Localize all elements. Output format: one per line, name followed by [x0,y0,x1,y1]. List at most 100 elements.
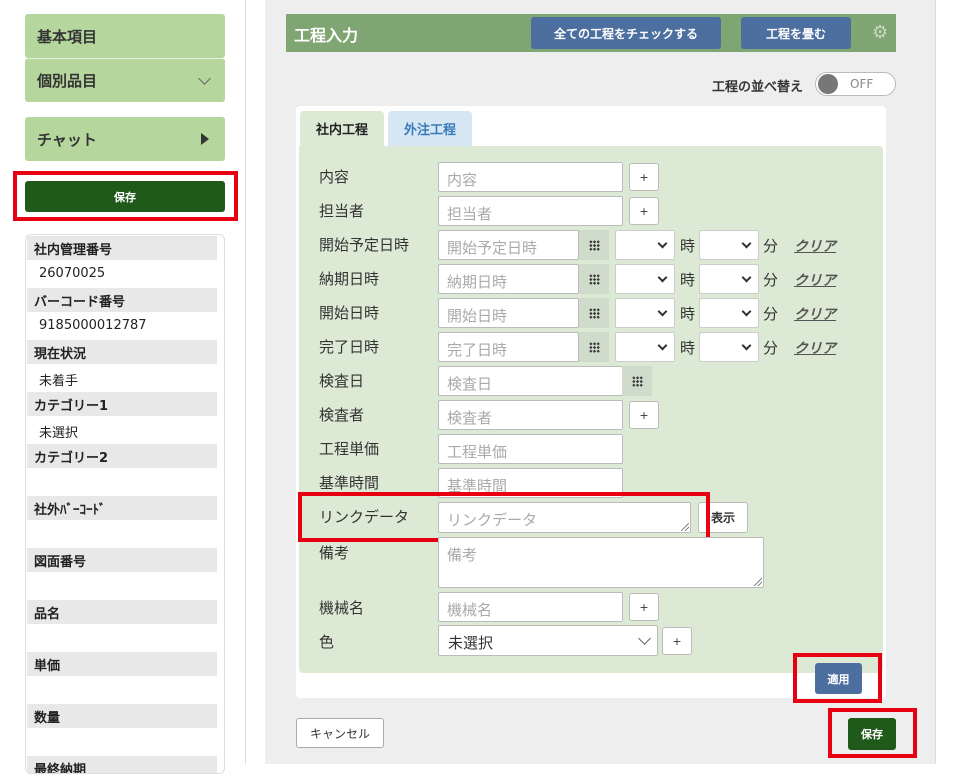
calendar-icon [631,375,643,387]
start-clear-link[interactable]: クリア [794,304,836,324]
content-add-button[interactable]: + [629,163,659,191]
chevron-down-icon [638,632,651,645]
color-label: 色 [319,633,335,651]
unit-price-label: 工程単価 [319,440,380,458]
accordion-label: 基本項目 [37,27,98,46]
minute-unit: 分 [763,305,779,323]
due-input[interactable]: 納期日時 [438,264,579,294]
calendar-button[interactable] [579,332,609,362]
start-minute-select[interactable] [699,298,759,328]
chevron-down-icon [741,272,752,283]
calendar-icon [588,273,600,285]
end-clear-link[interactable]: クリア [794,338,836,358]
sort-toggle[interactable]: OFF [815,72,896,96]
chevron-down-icon [657,272,668,283]
minute-unit: 分 [763,339,779,357]
calendar-button[interactable] [579,298,609,328]
due-hour-select[interactable] [615,264,675,294]
start-hour-select[interactable] [615,298,675,328]
assignee-label: 担当者 [319,202,365,220]
info-label: 品名 [27,600,217,624]
chevron-down-icon [741,238,752,249]
start-label: 開始日時 [319,304,380,322]
machine-label: 機械名 [319,599,365,617]
hour-unit: 時 [680,271,696,289]
left-sidebar: 基本項目 個別品目 チャット 保存 社内管理番号 26070025 バーコード番… [0,0,246,774]
content-input[interactable]: 内容 [438,162,623,192]
start-input[interactable]: 開始日時 [438,298,579,328]
end-minute-select[interactable] [699,332,759,362]
cancel-button[interactable]: キャンセル [296,718,384,748]
info-value: 9185000012787 [39,318,147,333]
hour-unit: 時 [680,237,696,255]
end-input[interactable]: 完了日時 [438,332,579,362]
tab-outsourced-process[interactable]: 外注工程 [388,111,472,146]
collapse-processes-button[interactable]: 工程を畳む [741,17,851,49]
save-button-right[interactable]: 保存 [848,718,896,750]
toggle-knob [818,74,838,94]
color-add-button[interactable]: + [662,627,692,655]
calendar-button[interactable] [579,230,609,260]
end-label: 完了日時 [319,338,380,356]
process-title: 工程入力 [294,26,359,45]
info-label: 社内管理番号 [27,236,217,260]
chevron-down-icon [657,306,668,317]
info-value: 未着手 [39,374,79,389]
due-label: 納期日時 [319,270,380,288]
inspector-label: 検査者 [319,406,365,424]
gear-icon[interactable]: ⚙ [872,24,890,42]
info-label: 単価 [27,652,217,676]
planned-start-hour-select[interactable] [615,230,675,260]
hour-unit: 時 [680,305,696,323]
calendar-button[interactable] [579,264,609,294]
inspector-add-button[interactable]: + [629,401,659,429]
planned-start-clear-link[interactable]: クリア [794,236,836,256]
calendar-icon [588,307,600,319]
info-label: 数量 [27,704,217,728]
remarks-textarea[interactable]: 備考 [438,537,764,588]
minute-unit: 分 [763,237,779,255]
machine-input[interactable]: 機械名 [438,592,623,622]
content-label: 内容 [319,168,350,186]
accordion-label: 個別品目 [37,72,98,90]
assignee-input[interactable]: 担当者 [438,196,623,226]
item-info-panel: 社内管理番号 26070025 バーコード番号 9185000012787 現在… [25,234,225,774]
info-label: カテゴリー1 [27,392,217,416]
save-button-left[interactable]: 保存 [25,181,225,212]
planned-start-minute-select[interactable] [699,230,759,260]
info-label: 最終納期 [27,756,217,773]
info-value: 26070025 [39,266,106,281]
planned-start-input[interactable]: 開始予定日時 [438,230,579,260]
info-label: 図面番号 [27,548,217,572]
check-all-processes-button[interactable]: 全ての工程をチェックする [531,17,721,49]
tab-internal-process[interactable]: 社内工程 [300,111,384,146]
assignee-add-button[interactable]: + [629,197,659,225]
remarks-label: 備考 [319,544,350,562]
info-value: 未選択 [39,426,79,441]
chevron-down-icon [657,238,668,249]
minute-unit: 分 [763,271,779,289]
chevron-down-icon [657,340,668,351]
due-minute-select[interactable] [699,264,759,294]
inspector-input[interactable]: 検査者 [438,400,623,430]
standard-time-label: 基準時間 [319,474,380,492]
info-label: カテゴリー2 [27,444,217,468]
inspection-date-input[interactable]: 検査日 [438,366,623,396]
sort-processes-label: 工程の並べ替え [712,80,804,95]
chevron-down-icon [741,306,752,317]
accordion-basic-items[interactable]: 基本項目 [25,14,225,58]
resize-handle-icon[interactable] [754,578,762,586]
due-clear-link[interactable]: クリア [794,270,836,290]
machine-add-button[interactable]: + [629,593,659,621]
info-label: 現在状況 [27,340,217,364]
accordion-chat[interactable]: チャット [25,117,225,161]
accordion-label: チャット [37,130,97,149]
info-label: 社外ﾊﾞｰｺｰﾄﾞ [27,496,217,520]
apply-button[interactable]: 適用 [815,663,862,694]
color-select[interactable]: 未選択 [438,625,658,656]
unit-price-input[interactable]: 工程単価 [438,434,623,464]
end-hour-select[interactable] [615,332,675,362]
toggle-state: OFF [850,77,874,91]
calendar-button[interactable] [622,366,652,396]
accordion-individual-items[interactable]: 個別品目 [25,58,225,102]
